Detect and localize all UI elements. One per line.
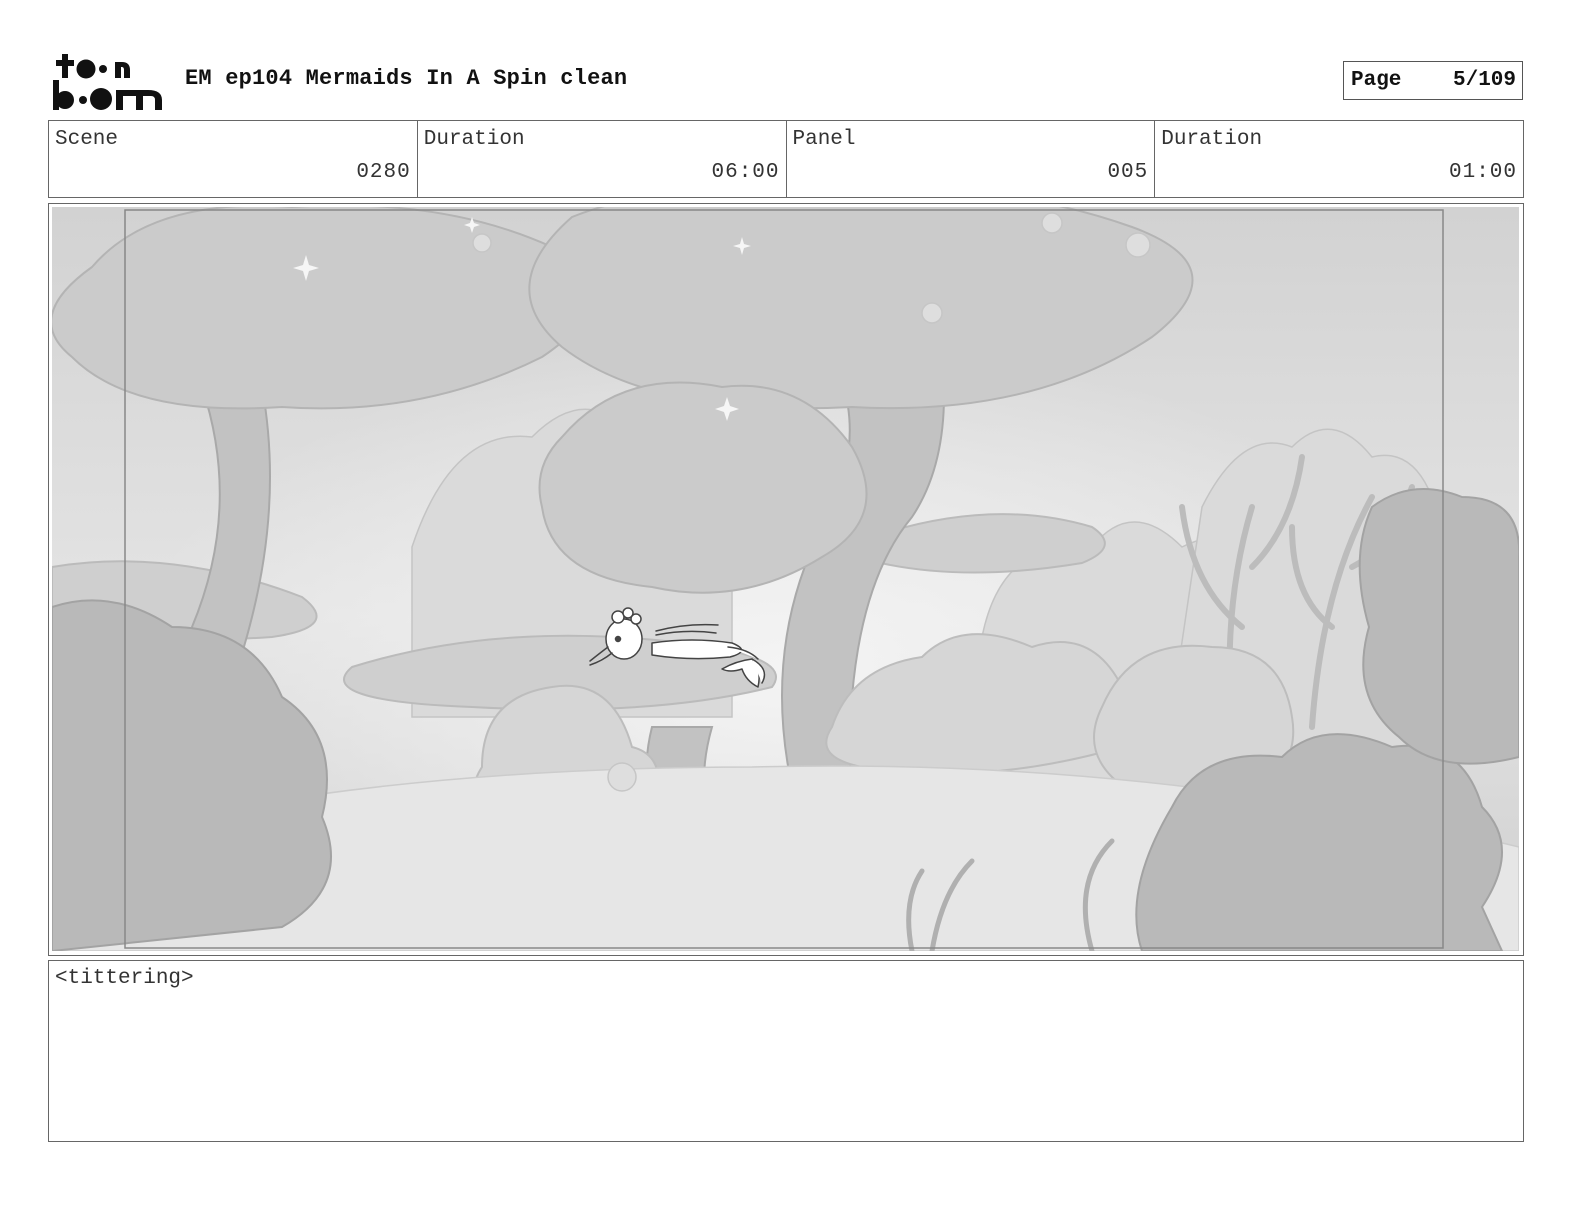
page-indicator: Page 5/109 (1343, 61, 1523, 100)
scene-duration-value: 06:00 (711, 161, 780, 184)
panel-label: Panel (792, 128, 856, 151)
panel-artwork (52, 207, 1519, 951)
panel-number: 005 (1107, 161, 1149, 184)
toon-boom-logo (52, 50, 164, 112)
panel-cell: Panel 005 (787, 121, 1156, 197)
scene-duration-cell: Duration 06:00 (418, 121, 787, 197)
page-number: 5/109 (1452, 69, 1516, 92)
document-title: EM ep104 Mermaids In A Spin clean (185, 66, 628, 91)
scene-number: 0280 (356, 161, 411, 184)
dialogue-box: <tittering> (48, 960, 1524, 1142)
panel-duration-value: 01:00 (1448, 161, 1517, 184)
scene-label: Scene (55, 128, 119, 151)
scene-duration-label: Duration (423, 128, 525, 151)
panel-duration-label: Duration (1161, 128, 1263, 151)
scene-cell: Scene 0280 (49, 121, 418, 197)
page-label: Page (1351, 69, 1402, 92)
scene-info-row: Scene 0280 Duration 06:00 Panel 005 Dura… (48, 120, 1524, 198)
storyboard-panel (48, 203, 1524, 956)
panel-duration-cell: Duration 01:00 (1155, 121, 1523, 197)
dialogue-text: <tittering> (55, 967, 194, 990)
